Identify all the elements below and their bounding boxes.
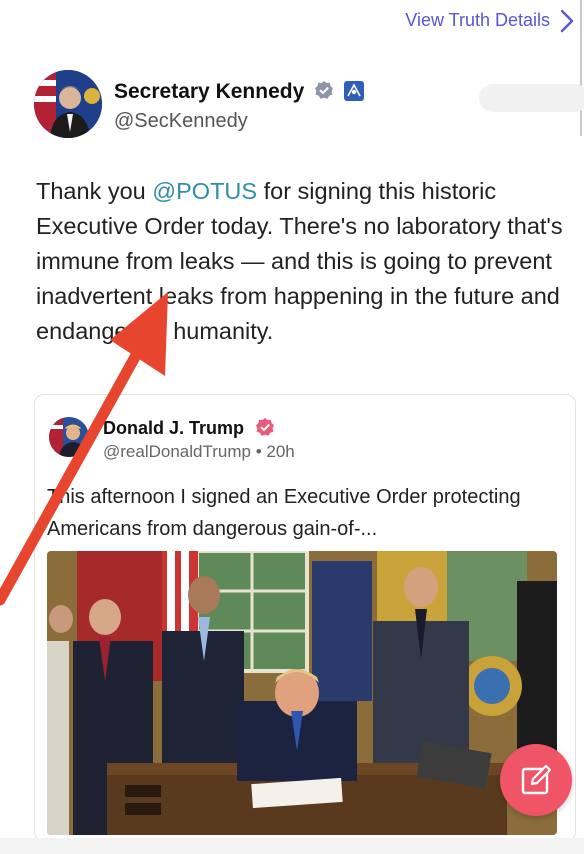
post-text-start: Thank you (36, 178, 153, 204)
quoted-author-name[interactable]: Donald J. Trump (103, 418, 244, 438)
compose-icon (521, 764, 552, 795)
top-bar: View Truth Details (0, 0, 584, 44)
quoted-author-name-line: Donald J. Trump (103, 417, 275, 439)
quoted-post-age: 20h (266, 442, 295, 461)
meta-separator: • (255, 442, 262, 461)
government-seal-icon (343, 81, 364, 101)
quoted-avatar-image (49, 417, 89, 457)
post-author-row: Secretary Kennedy @SecKennedy (34, 70, 584, 140)
follow-button-placeholder[interactable] (479, 84, 584, 112)
author-handle[interactable]: @SecKennedy (114, 110, 248, 133)
bottom-bar-edge (0, 838, 584, 854)
author-name[interactable]: Secretary Kennedy (114, 80, 304, 103)
quoted-post-card[interactable]: Donald J. Trump @realDonaldTrump • 20h T… (34, 394, 576, 842)
chevron-right-icon[interactable] (558, 8, 576, 34)
quoted-author-handle[interactable]: @realDonaldTrump (103, 442, 251, 461)
author-avatar[interactable] (34, 70, 102, 138)
scroll-indicator[interactable] (580, 0, 582, 136)
avatar-image (34, 70, 102, 138)
verified-badge-icon (315, 81, 334, 99)
quoted-post-text: This afternoon I signed an Executive Ord… (47, 486, 521, 540)
mention-link[interactable]: @POTUS (152, 178, 257, 204)
verified-badge-icon (256, 418, 275, 436)
view-truth-details-link[interactable]: View Truth Details (405, 10, 550, 31)
post-body: Thank you @POTUS for signing this histor… (36, 174, 576, 349)
quoted-meta: @realDonaldTrump • 20h (103, 442, 295, 462)
quoted-post-image[interactable] (47, 551, 557, 835)
compose-button[interactable] (500, 744, 572, 816)
oval-office-photo (47, 551, 557, 835)
author-name-line: Secretary Kennedy (114, 80, 364, 104)
quoted-author-avatar[interactable] (49, 417, 89, 457)
